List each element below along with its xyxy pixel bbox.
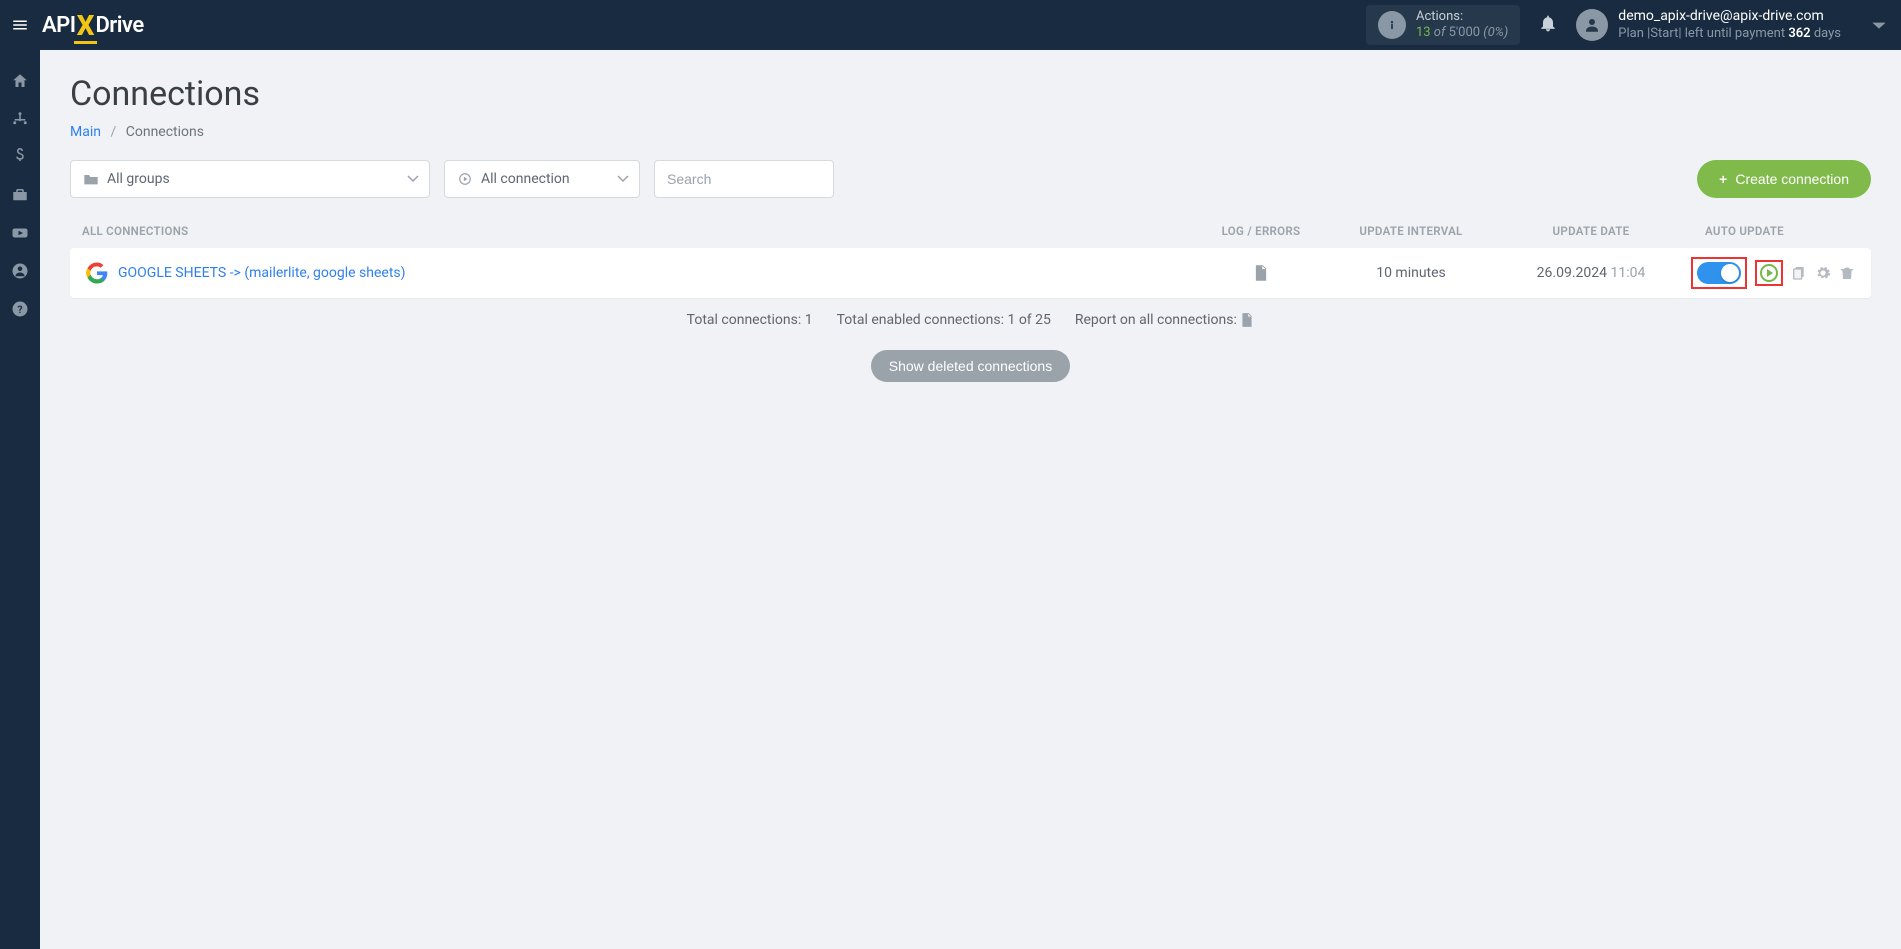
plus-icon: + bbox=[1719, 171, 1727, 187]
summary-total: Total connections: 1 bbox=[687, 312, 813, 328]
connection-row: GOOGLE SHEETS -> (mailerlite, google she… bbox=[70, 248, 1871, 298]
avatar bbox=[1576, 9, 1608, 41]
notifications-button[interactable] bbox=[1538, 13, 1558, 37]
sidebar: ? bbox=[0, 50, 40, 949]
sidebar-home[interactable] bbox=[0, 62, 40, 100]
gear-icon bbox=[1815, 265, 1831, 281]
connection-name-link[interactable]: GOOGLE SHEETS -> (mailerlite, google she… bbox=[118, 265, 1191, 281]
main-content: Connections Main / Connections All group… bbox=[40, 50, 1901, 406]
breadcrumb-main[interactable]: Main bbox=[70, 124, 101, 140]
groups-dropdown[interactable]: All groups bbox=[70, 160, 430, 198]
user-email: demo_apix-drive@apix-drive.com bbox=[1618, 8, 1841, 25]
sidebar-toolbox[interactable] bbox=[0, 176, 40, 214]
summary-row: Total connections: 1 Total enabled conne… bbox=[70, 312, 1871, 328]
settings-button[interactable] bbox=[1815, 265, 1831, 281]
bell-icon bbox=[1538, 13, 1558, 33]
user-plan: Plan |Start| left until payment 362 days bbox=[1618, 25, 1841, 42]
col-log-errors: LOG / ERRORS bbox=[1191, 224, 1331, 238]
highlight-box-toggle bbox=[1691, 257, 1747, 289]
col-auto-update: AUTO UPDATE bbox=[1691, 224, 1871, 238]
summary-report: Report on all connections: bbox=[1075, 312, 1254, 328]
create-connection-button[interactable]: + Create connection bbox=[1697, 160, 1871, 198]
row-update-date: 26.09.2024 11:04 bbox=[1491, 265, 1691, 281]
chevron-down-icon bbox=[1871, 21, 1887, 31]
table-header: ALL CONNECTIONS LOG / ERRORS UPDATE INTE… bbox=[70, 214, 1871, 248]
delete-button[interactable] bbox=[1839, 265, 1855, 281]
folder-icon bbox=[83, 172, 99, 186]
show-deleted-button[interactable]: Show deleted connections bbox=[871, 350, 1070, 382]
col-update-interval: UPDATE INTERVAL bbox=[1331, 224, 1491, 238]
menu-icon bbox=[11, 16, 29, 34]
chevron-down-icon bbox=[407, 171, 419, 187]
trash-icon bbox=[1839, 265, 1855, 281]
sidebar-profile[interactable] bbox=[0, 252, 40, 290]
col-update-date: UPDATE DATE bbox=[1491, 224, 1691, 238]
logo[interactable]: APIXDrive bbox=[42, 9, 144, 42]
page-title: Connections bbox=[70, 74, 1871, 114]
col-all-connections: ALL CONNECTIONS bbox=[82, 224, 1191, 238]
actions-pill[interactable]: Actions: 13 of 5'000 (0%) bbox=[1366, 5, 1520, 45]
sidebar-video[interactable] bbox=[0, 214, 40, 252]
connection-filter-dropdown[interactable]: All connection bbox=[444, 160, 640, 198]
breadcrumb-current: Connections bbox=[126, 124, 204, 140]
row-interval: 10 minutes bbox=[1331, 265, 1491, 281]
menu-toggle[interactable] bbox=[0, 0, 40, 50]
sidebar-billing[interactable] bbox=[0, 138, 40, 176]
sidebar-connections[interactable] bbox=[0, 100, 40, 138]
svg-text:?: ? bbox=[17, 303, 22, 316]
search-input[interactable] bbox=[654, 160, 834, 198]
user-icon bbox=[1583, 16, 1601, 34]
run-now-button[interactable] bbox=[1760, 264, 1778, 282]
actions-label: Actions: bbox=[1416, 9, 1508, 25]
copy-button[interactable] bbox=[1791, 265, 1807, 281]
document-icon bbox=[1240, 312, 1254, 328]
copy-icon bbox=[1791, 265, 1807, 281]
play-circle-icon bbox=[457, 172, 473, 186]
topbar: APIXDrive Actions: 13 of 5'000 (0%) demo… bbox=[0, 0, 1901, 50]
filter-row: All groups All connection + Create conne… bbox=[70, 160, 1871, 198]
summary-enabled: Total enabled connections: 1 of 25 bbox=[837, 312, 1051, 328]
google-icon bbox=[86, 262, 108, 284]
report-download-button[interactable] bbox=[1240, 312, 1254, 328]
highlight-box-run bbox=[1755, 260, 1783, 286]
chevron-down-icon bbox=[617, 171, 629, 187]
log-button[interactable] bbox=[1191, 264, 1331, 282]
info-icon bbox=[1378, 11, 1406, 39]
document-icon bbox=[1253, 264, 1269, 282]
auto-update-toggle[interactable] bbox=[1697, 262, 1741, 284]
expand-user-menu[interactable] bbox=[1871, 16, 1887, 35]
sidebar-help[interactable]: ? bbox=[0, 290, 40, 328]
user-menu[interactable]: demo_apix-drive@apix-drive.com Plan |Sta… bbox=[1576, 8, 1841, 42]
breadcrumb: Main / Connections bbox=[70, 124, 1871, 140]
